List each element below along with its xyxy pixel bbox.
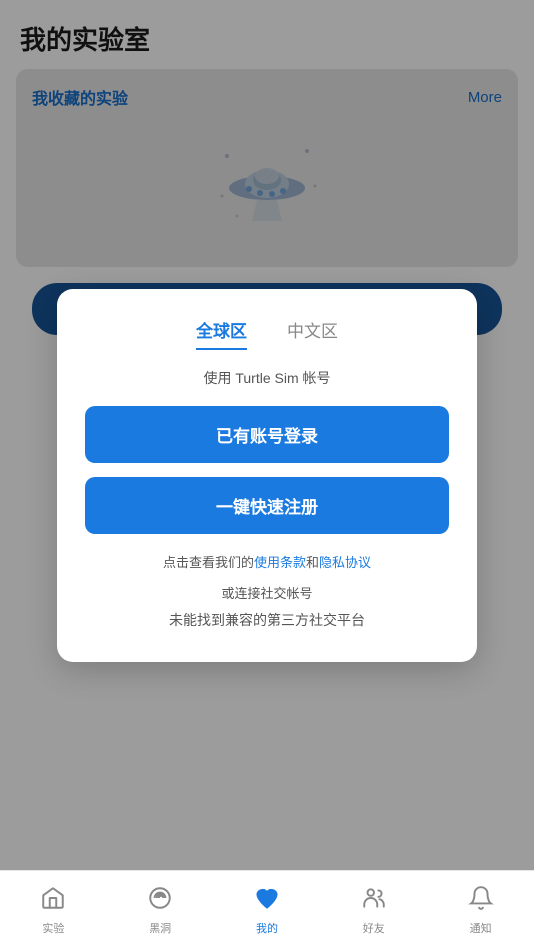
- login-button[interactable]: 已有账号登录: [85, 406, 449, 463]
- terms-middle: 和: [306, 555, 319, 570]
- register-button[interactable]: 一键快速注册: [85, 477, 449, 534]
- login-modal: 全球区 中文区 使用 Turtle Sim 帐号 已有账号登录 一键快速注册 点…: [57, 289, 477, 662]
- terms-link-usage[interactable]: 使用条款: [254, 555, 306, 570]
- friends-icon: [361, 885, 387, 916]
- bell-icon: [468, 885, 494, 916]
- nav-item-mine[interactable]: 我的: [214, 885, 321, 936]
- terms-link-privacy[interactable]: 隐私协议: [319, 555, 371, 570]
- tab-chinese[interactable]: 中文区: [287, 317, 338, 350]
- nav-label-friends: 好友: [363, 920, 385, 936]
- spiral-icon: [147, 885, 173, 916]
- nav-item-friends[interactable]: 好友: [320, 885, 427, 936]
- heart-icon: [254, 885, 280, 916]
- bottom-nav: 实验 黑洞 我的 好友: [0, 870, 534, 950]
- nav-label-experiment: 实验: [42, 920, 64, 936]
- nav-label-blackhole: 黑洞: [149, 920, 171, 936]
- nav-item-notification[interactable]: 通知: [427, 885, 534, 936]
- social-divider: 或连接社交帐号: [85, 583, 449, 602]
- modal-subtitle: 使用 Turtle Sim 帐号: [85, 368, 449, 388]
- region-tabs: 全球区 中文区: [85, 317, 449, 350]
- nav-item-blackhole[interactable]: 黑洞: [107, 885, 214, 936]
- terms-text: 点击查看我们的使用条款和隐私协议: [85, 552, 449, 571]
- modal-overlay: 全球区 中文区 使用 Turtle Sim 帐号 已有账号登录 一键快速注册 点…: [0, 0, 534, 950]
- nav-label-mine: 我的: [256, 920, 278, 936]
- no-social-text: 未能找到兼容的第三方社交平台: [85, 610, 449, 630]
- home-icon: [40, 885, 66, 916]
- terms-prefix: 点击查看我们的: [163, 555, 254, 570]
- nav-item-experiment[interactable]: 实验: [0, 885, 107, 936]
- tab-global[interactable]: 全球区: [196, 317, 247, 350]
- nav-label-notification: 通知: [470, 920, 492, 936]
